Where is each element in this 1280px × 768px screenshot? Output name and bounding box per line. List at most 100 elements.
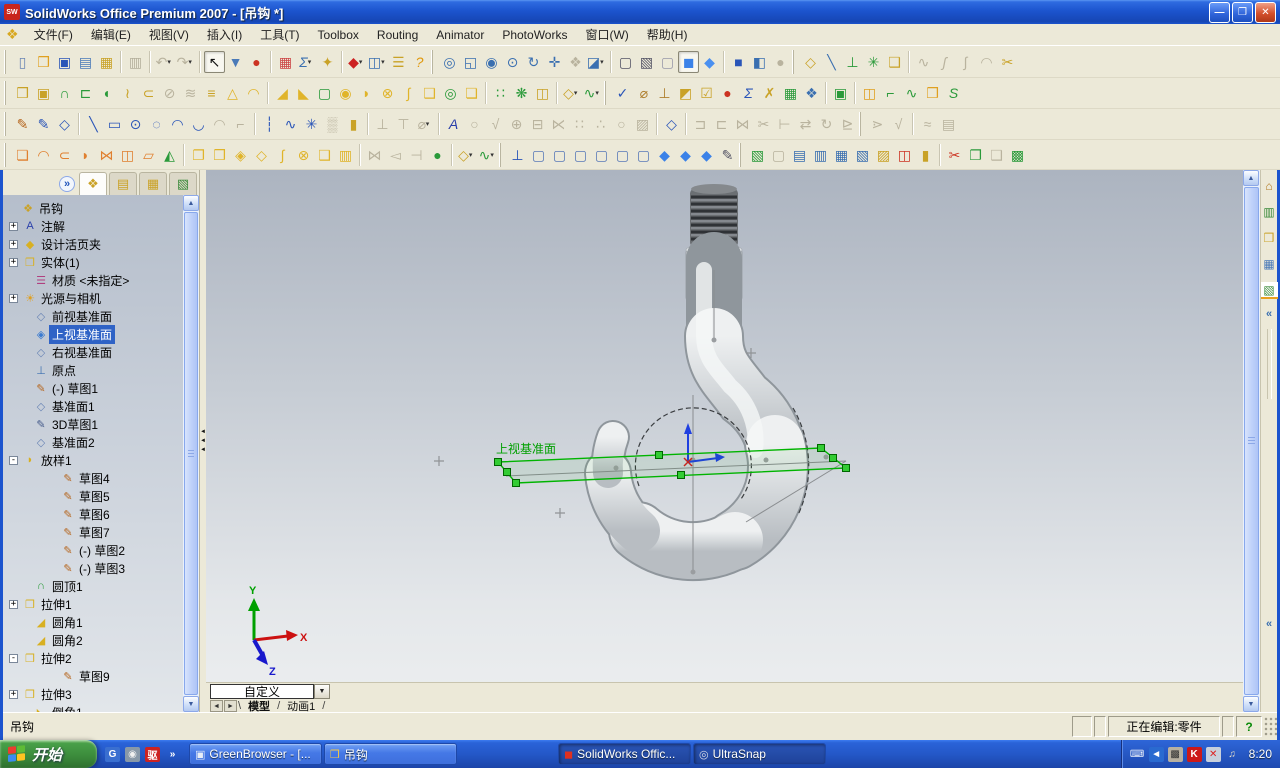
collapse-pane-icon[interactable]: «	[1266, 618, 1272, 630]
tab-scroll-right-icon[interactable]: ►	[224, 700, 237, 712]
quicklaunch-more[interactable]: »	[165, 747, 180, 762]
tab-model[interactable]: 模型	[241, 698, 277, 712]
design-table[interactable]: ▦	[780, 82, 801, 104]
check[interactable]: ☑	[696, 82, 717, 104]
tree-item[interactable]: + ❒ 拉伸3	[3, 685, 183, 703]
dowel-pin[interactable]: ○	[611, 113, 632, 135]
surface-curve[interactable]: ∿ ▾	[477, 144, 498, 166]
hook-model[interactable]	[584, 184, 810, 582]
help[interactable]: ?	[409, 51, 430, 73]
rapid-sketch[interactable]: ≈	[917, 113, 938, 135]
surface-plane[interactable]: ◇ ▾	[456, 144, 477, 166]
cut-with-surface[interactable]: ◈	[230, 144, 251, 166]
move-face[interactable]: ❏	[461, 82, 482, 104]
resize-grip[interactable]	[1263, 716, 1277, 737]
options[interactable]: ☰	[388, 51, 409, 73]
render-tools[interactable]: ✦	[317, 51, 338, 73]
tree-item[interactable]: ✎ 草图4	[3, 469, 183, 487]
expand-toggle[interactable]	[47, 564, 56, 573]
view-selector[interactable]: ✎	[717, 144, 738, 166]
redo[interactable]: ↷ ▾	[175, 51, 196, 73]
extruded-surface[interactable]: ❏	[12, 144, 33, 166]
sketch-snaps[interactable]: ⋗	[867, 113, 888, 135]
zoom-in-out[interactable]: ◉	[481, 51, 502, 73]
trim-entities[interactable]: ✂	[753, 113, 774, 135]
expand-toggle[interactable]	[7, 204, 16, 213]
note[interactable]: A	[443, 113, 464, 135]
tree-item[interactable]: ◢ 圆角2	[3, 631, 183, 649]
panel-chevron-icon[interactable]: »	[59, 176, 75, 192]
swept-boss[interactable]: ≀	[117, 82, 138, 104]
menu-item[interactable]: Routing	[368, 26, 427, 44]
section-properties[interactable]: ◩	[675, 82, 696, 104]
toolbox-part[interactable]: ▮	[343, 113, 364, 135]
expand-toggle[interactable]	[47, 492, 56, 501]
quicklaunch-media[interactable]: ◉	[125, 746, 140, 762]
dropdown-arrow-icon[interactable]: ▾	[308, 58, 314, 66]
cut-scene[interactable]: ✂	[944, 144, 965, 166]
trimetric-view[interactable]: ◆	[675, 144, 696, 166]
tree-item[interactable]: + ❒ 实体(1)	[3, 253, 183, 271]
edit-color[interactable]: ▦	[275, 51, 296, 73]
expand-toggle[interactable]	[20, 384, 29, 393]
tree-item[interactable]: ✎ 3D草图1	[3, 415, 183, 433]
home-icon[interactable]: ⌂	[1261, 178, 1278, 195]
expand-toggle[interactable]	[47, 528, 56, 537]
quick-snaps[interactable]: √	[888, 113, 909, 135]
expand-toggle[interactable]	[20, 618, 29, 627]
selection-filter[interactable]: ▼	[225, 51, 246, 73]
tree-item[interactable]: ◇ 基准面1	[3, 397, 183, 415]
expand-toggle[interactable]	[20, 366, 29, 375]
extend-entities[interactable]: ⊢	[774, 113, 795, 135]
render-selection[interactable]: ▥	[810, 144, 831, 166]
point[interactable]: ✳	[301, 113, 322, 135]
menu-item[interactable]: 视图(V)	[140, 24, 198, 45]
tree-item[interactable]: + A 注解	[3, 217, 183, 235]
helix-spiral[interactable]: ∿	[913, 51, 934, 73]
horizontal-dimension[interactable]: ⊤	[393, 113, 414, 135]
swept-cut[interactable]: ⊘	[159, 82, 180, 104]
weld-symbol[interactable]: ⋉	[548, 113, 569, 135]
menu-item[interactable]: Animator	[427, 26, 493, 44]
propertymanager-tab[interactable]: ▤	[109, 172, 137, 195]
task-diaogou-folder[interactable]: ❒ 吊钩	[324, 743, 457, 765]
zoom-to-fit[interactable]: ◎	[439, 51, 460, 73]
graphics-viewport[interactable]: 上视基准面 Y X Z 自定义 ▼ ◄ ► \ 模型 / 动画1 /	[206, 170, 1243, 712]
dropdown-arrow-icon[interactable]: ▾	[426, 120, 432, 128]
copy-scene[interactable]: ❐	[965, 144, 986, 166]
tree-item[interactable]: ✎ 草图6	[3, 505, 183, 523]
reference-axis[interactable]: ╲	[821, 51, 842, 73]
flex[interactable]: ∫	[398, 82, 419, 104]
spline-tools[interactable]: S	[943, 82, 964, 104]
tree-item[interactable]: ✎ (-) 草图3	[3, 559, 183, 577]
tab-scroll-left-icon[interactable]: ◄	[210, 700, 223, 712]
menu-item[interactable]: 帮助(H)	[638, 24, 697, 45]
shaded[interactable]: ◆	[699, 51, 720, 73]
file-explorer-icon[interactable]: ▦	[1261, 256, 1278, 273]
dropdown-arrow-icon[interactable]: ▾	[188, 58, 194, 66]
revolved-cut[interactable]: ◖	[96, 82, 117, 104]
spell-checker[interactable]: ✓	[612, 82, 633, 104]
centerpoint-arc[interactable]: ◠	[167, 113, 188, 135]
scene-editor[interactable]: ◫	[894, 144, 915, 166]
split-surface[interactable]: ◇	[251, 144, 272, 166]
expand-toggle[interactable]: -	[9, 653, 18, 663]
split-window[interactable]: ◫ ▾	[367, 51, 388, 73]
convert-entities[interactable]: ⊐	[690, 113, 711, 135]
tree-item[interactable]: ◇ 基准面2	[3, 433, 183, 451]
rotate-view[interactable]: ↻	[523, 51, 544, 73]
hole-callout[interactable]: ∷	[569, 113, 590, 135]
photoworks-options[interactable]: ▨	[873, 144, 894, 166]
scroll-down-icon[interactable]: ▼	[183, 696, 199, 712]
expand-toggle[interactable]: +	[9, 293, 18, 303]
cosmetic-thread[interactable]: ∴	[590, 113, 611, 135]
quicklaunch-driver[interactable]: 驱	[145, 746, 160, 762]
dropdown-arrow-icon[interactable]: ▾	[595, 89, 601, 97]
expand-toggle[interactable]	[20, 312, 29, 321]
thickened-cut[interactable]: ❒	[209, 144, 230, 166]
draft[interactable]: △	[222, 82, 243, 104]
library-feature[interactable]: ❒	[922, 82, 943, 104]
expand-toggle[interactable]	[20, 582, 29, 591]
expand-toggle[interactable]: +	[9, 599, 18, 609]
mirror[interactable]: ◫	[532, 82, 553, 104]
